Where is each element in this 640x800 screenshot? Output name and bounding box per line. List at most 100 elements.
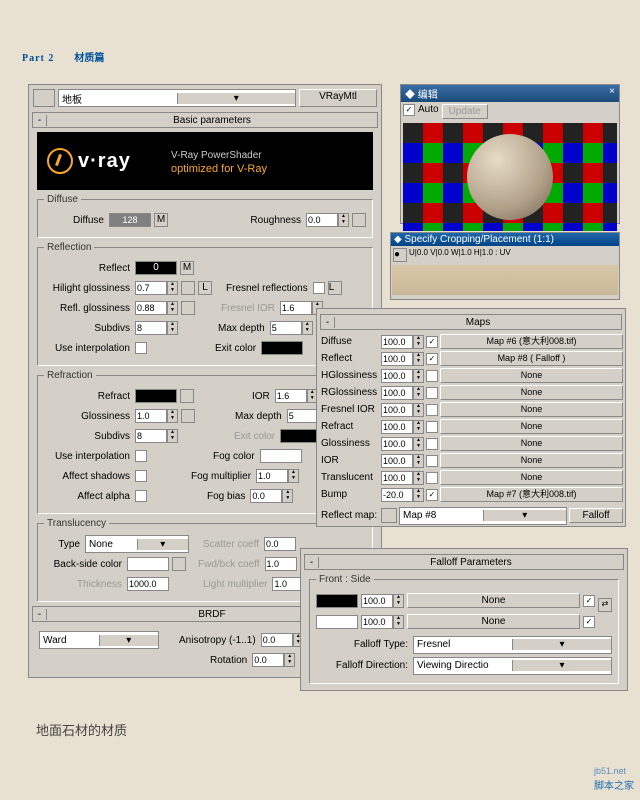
map-slot-button[interactable]: None [440,453,623,468]
map-amount-spinner[interactable]: ▲▼ [381,386,424,400]
maps-header[interactable]: -Maps [320,314,622,330]
close-icon[interactable]: × [609,86,615,101]
map-amount-spinner[interactable]: ▲▼ [381,369,424,383]
reflect-map-combo[interactable]: Map #8▾ [399,507,567,525]
crop-tool-icon[interactable]: ● [393,248,407,262]
crop-image-preview[interactable] [392,265,618,295]
map-enable-checkbox[interactable] [426,404,438,416]
map-row: Diffuse▲▼✓Map #6 (意大利008.tif) [319,333,623,350]
preview-sphere [467,134,553,220]
reflect-map-button[interactable]: M [180,261,194,275]
page-title: Part 2材质篇 [22,28,104,70]
fresnel-checkbox[interactable] [313,282,325,294]
translucency-type-combo[interactable]: None▾ [85,535,189,553]
auto-checkbox[interactable]: ✓ [403,104,415,116]
falloff-enable-checkbox[interactable]: ✓ [583,595,595,607]
roughness-spinner[interactable]: ▲▼ [306,213,349,227]
map-row: Glossiness▲▼ None [319,435,623,452]
update-button[interactable]: Update [442,104,488,119]
roughness-map-button[interactable] [352,213,366,227]
rotation-spinner[interactable]: ▲▼ [252,653,295,667]
hilight-gloss-spinner[interactable]: ▲▼ [135,281,178,295]
material-picker-icon[interactable] [33,89,55,107]
map-name: HGlossiness [319,370,379,381]
map-amount-spinner[interactable]: ▲▼ [381,352,424,366]
map-amount-spinner[interactable]: ▲▼ [381,420,424,434]
falloff-map-button[interactable]: None [407,614,580,629]
refl-gloss-spinner[interactable]: ▲▼ [135,301,178,315]
caption-text: 地面石材的材质 [36,720,127,739]
falloff-type-button[interactable]: Falloff [569,508,623,523]
map-slot-button[interactable]: None [440,368,623,383]
falloff-type-combo[interactable]: Fresnel▾ [413,636,612,654]
diffuse-map-button[interactable]: M [154,213,168,227]
reflect-color-swatch[interactable]: 0 [135,261,177,275]
map-slot-button[interactable]: Map #6 (意大利008.tif) [440,334,623,349]
map-slot-button[interactable]: Map #8 ( Falloff ) [440,351,623,366]
diffuse-color-swatch[interactable]: 128 [109,213,151,227]
refr-gloss-spinner[interactable]: ▲▼ [135,409,178,423]
map-slot-button[interactable]: None [440,470,623,485]
falloff-color-swatch[interactable] [316,615,358,629]
map-amount-spinner[interactable]: ▲▼ [381,471,424,485]
map-enable-checkbox[interactable] [426,472,438,484]
map-enable-checkbox[interactable] [426,370,438,382]
front-side-group: Front : Side ▲▼None✓▲▼None✓ ⇄ Falloff Ty… [309,574,619,684]
material-type-button[interactable]: VRayMtl [299,89,377,107]
swap-icon[interactable]: ⇄ [598,598,612,612]
affect-shadows-checkbox[interactable] [135,470,147,482]
map-amount-spinner[interactable]: ▲▼ [381,335,424,349]
falloff-map-button[interactable]: None [407,593,580,608]
ior-spinner[interactable]: ▲▼ [275,389,318,403]
refl-exit-color[interactable] [261,341,303,355]
fog-mult-spinner[interactable]: ▲▼ [256,469,299,483]
map-slot-button[interactable]: None [440,385,623,400]
falloff-panel: -Falloff Parameters Front : Side ▲▼None✓… [300,548,628,691]
brdf-type-combo[interactable]: Ward▾ [39,631,159,649]
refl-useinterp-checkbox[interactable] [135,342,147,354]
map-amount-spinner[interactable]: ▲▼ [381,454,424,468]
fog-color-swatch[interactable] [260,449,302,463]
vray-banner: v·ray V-Ray PowerShaderoptimized for V-R… [37,132,373,190]
refr-useinterp-checkbox[interactable] [135,450,147,462]
falloff-direction-combo[interactable]: Viewing Directio▾ [413,657,612,675]
map-enable-checkbox[interactable] [426,455,438,467]
map-row: HGlossiness▲▼ None [319,367,623,384]
anisotropy-spinner[interactable]: ▲▼ [261,633,304,647]
map-row: IOR▲▼None [319,452,623,469]
refr-subdivs-spinner[interactable]: ▲▼ [135,429,178,443]
map-slot-button[interactable]: Map #7 (意大利008.tif) [440,487,623,502]
map-row: Reflect▲▼✓Map #8 ( Falloff ) [319,350,623,367]
falloff-amount-spinner[interactable]: ▲▼ [361,615,404,629]
lock-button[interactable]: L [198,281,212,295]
affect-alpha-checkbox[interactable] [135,490,147,502]
falloff-header[interactable]: -Falloff Parameters [304,554,624,570]
map-enable-checkbox[interactable]: ✓ [426,336,438,348]
refract-color-swatch[interactable] [135,389,177,403]
map-slot-button[interactable]: None [440,419,623,434]
map-name: Glossiness [319,438,379,449]
fresnel-lock[interactable]: L [328,281,342,295]
map-slot-button[interactable]: None [440,402,623,417]
map-enable-checkbox[interactable] [426,421,438,433]
map-amount-spinner[interactable]: ▲▼ [381,437,424,451]
chevron-down-icon[interactable]: ▾ [177,93,296,104]
map-amount-spinner[interactable]: ▲▼ [381,488,424,502]
map-enable-checkbox[interactable]: ✓ [426,489,438,501]
falloff-enable-checkbox[interactable]: ✓ [583,616,595,628]
material-name-combo[interactable]: 地板▾ [58,89,296,107]
material-preview-window: ◆ 编辑× ✓AutoUpdate [400,84,620,224]
fog-bias-spinner[interactable]: ▲▼ [250,489,293,503]
refl-subdivs-spinner[interactable]: ▲▼ [135,321,178,335]
map-enable-checkbox[interactable] [426,387,438,399]
falloff-color-swatch[interactable] [316,594,358,608]
map-slot-button[interactable]: None [440,436,623,451]
refl-maxdepth-spinner[interactable]: ▲▼ [270,321,313,335]
backside-color-swatch[interactable] [127,557,169,571]
basic-parameters-header[interactable]: -Basic parameters [32,112,378,128]
reflect-map-picker-icon[interactable] [381,508,397,523]
map-amount-spinner[interactable]: ▲▼ [381,403,424,417]
falloff-amount-spinner[interactable]: ▲▼ [361,594,404,608]
map-enable-checkbox[interactable] [426,438,438,450]
map-enable-checkbox[interactable]: ✓ [426,353,438,365]
